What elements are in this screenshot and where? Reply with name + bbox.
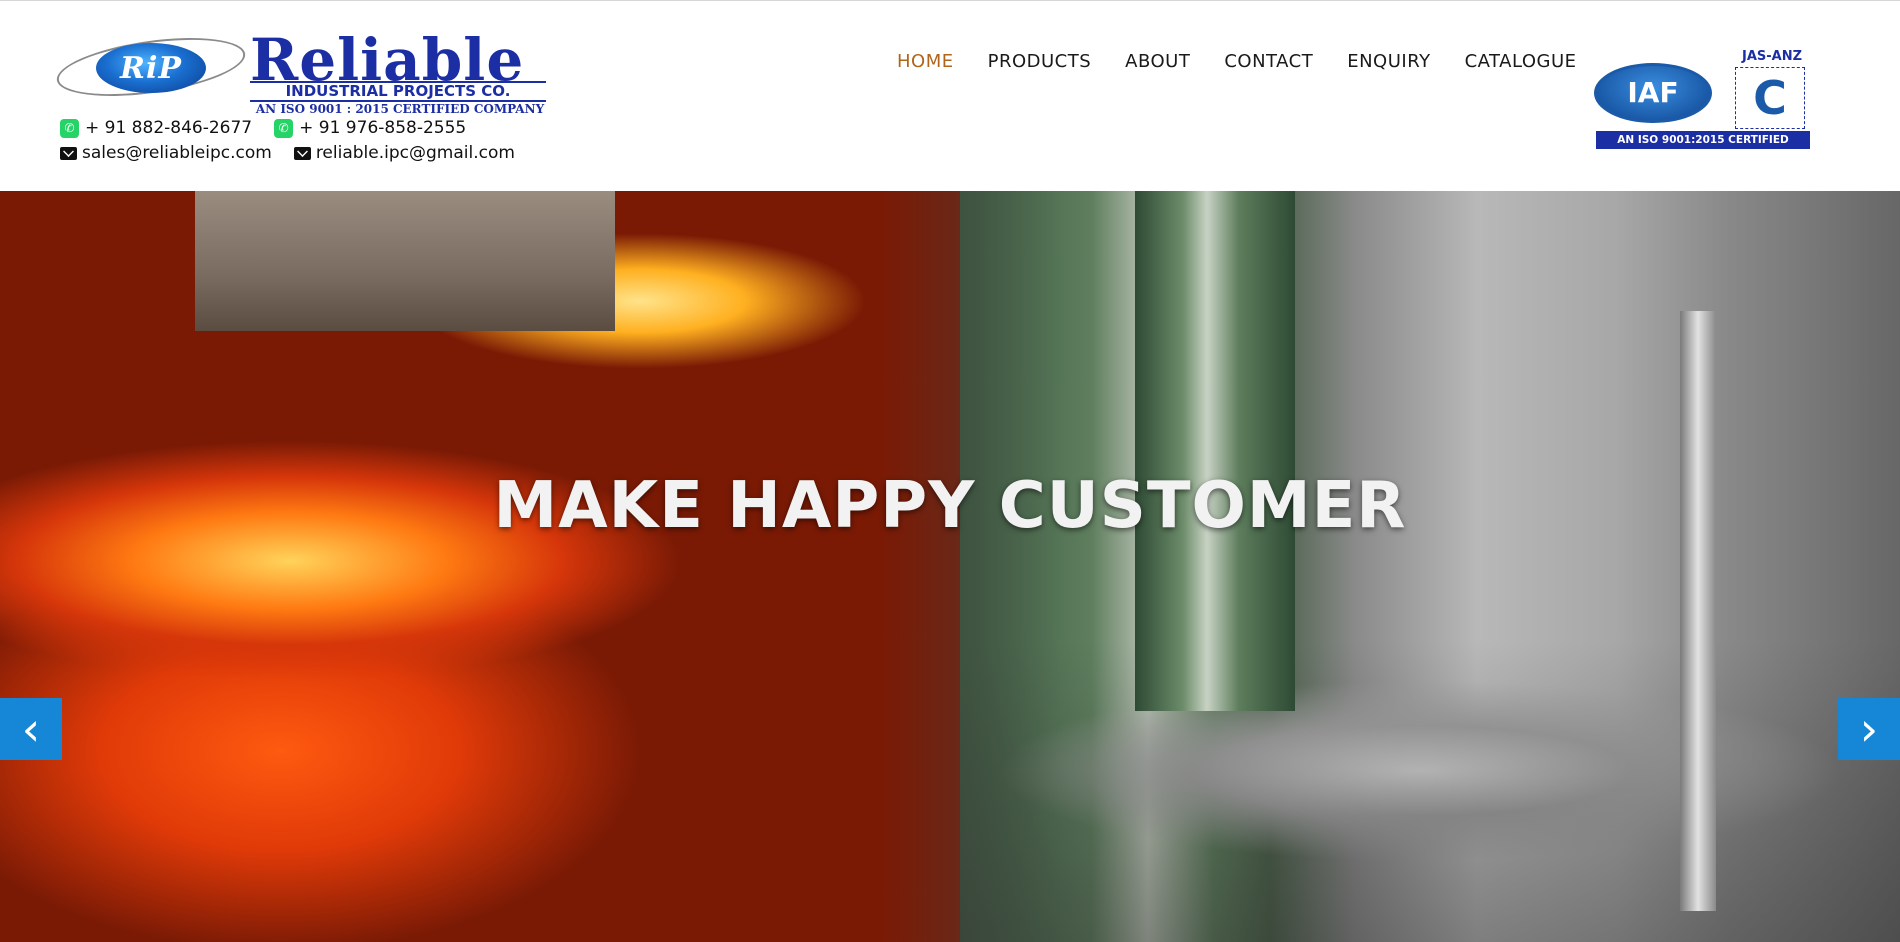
email-address: reliable.ipc@gmail.com: [315, 143, 515, 163]
nav-item-contact[interactable]: CONTACT: [1207, 49, 1330, 75]
email-contacts: sales@reliableipc.com reliable.ipc@gmail…: [60, 143, 537, 163]
slider-prev-button[interactable]: ‹: [0, 698, 62, 760]
whatsapp-icon: ✆: [274, 118, 294, 138]
main-nav: HOME PRODUCTS ABOUT CONTACT ENQUIRY CATA…: [880, 49, 1594, 75]
phone-contact-2[interactable]: ✆ + 91 976-858-2555: [274, 118, 466, 138]
phone-contact-1[interactable]: ✆ + 91 882-846-2677: [60, 118, 252, 138]
email-address: sales@reliableipc.com: [82, 143, 272, 163]
nav-item-enquiry[interactable]: ENQUIRY: [1330, 49, 1447, 75]
envelope-icon: [60, 146, 77, 160]
jas-anz-label: JAS-ANZ: [1741, 49, 1803, 64]
certification-badge: IAF JAS-ANZ C AN ISO 9001:2015 CERTIFIED…: [1594, 49, 1812, 164]
slide-title: MAKE HAPPY CUSTOMER: [493, 469, 1407, 543]
photo-blend: [880, 191, 1060, 942]
forging-photo: [0, 191, 1010, 942]
nav-item-products[interactable]: PRODUCTS: [971, 49, 1109, 75]
machining-photo: [960, 191, 1900, 942]
email-contact-1[interactable]: sales@reliableipc.com: [60, 143, 272, 163]
phone-contacts: ✆ + 91 882-846-2677 ✆ + 91 976-858-2555: [60, 118, 488, 138]
logo-company-name: INDUSTRIAL PROJECTS CO.: [250, 81, 546, 102]
nav-item-home[interactable]: HOME: [880, 49, 971, 75]
nav-item-about[interactable]: ABOUT: [1108, 49, 1207, 75]
iaf-logo: IAF: [1594, 63, 1712, 123]
nav-item-catalogue[interactable]: CATALOGUE: [1448, 49, 1594, 75]
whatsapp-icon: ✆: [60, 118, 79, 138]
machine-column: [1680, 311, 1716, 911]
chevron-right-icon: ›: [1859, 702, 1879, 756]
logo-certification: AN ISO 9001 : 2015 CERTIFIED COMPANY: [255, 102, 545, 116]
forging-press-block: [195, 191, 615, 331]
logo-initials: RiP: [120, 51, 182, 86]
slider-next-button[interactable]: ›: [1838, 698, 1900, 760]
iso-certification-strip: AN ISO 9001:2015 CERTIFIED COMPANY: [1596, 131, 1810, 164]
phone-number: + 91 882-846-2677: [85, 118, 253, 138]
hero-slider: MAKE HAPPY CUSTOMER ‹ ›: [0, 191, 1900, 942]
jas-anz-logo: C: [1735, 67, 1805, 129]
email-contact-2[interactable]: reliable.ipc@gmail.com: [293, 143, 515, 163]
chevron-left-icon: ‹: [21, 702, 41, 756]
site-header: RiP Reliable INDUSTRIAL PROJECTS CO. AN …: [0, 0, 1900, 191]
machine-spindle: [1135, 191, 1295, 711]
phone-number: + 91 976-858-2555: [299, 118, 467, 138]
envelope-icon: [293, 146, 311, 160]
company-logo[interactable]: RiP Reliable INDUSTRIAL PROJECTS CO. AN …: [53, 27, 550, 117]
